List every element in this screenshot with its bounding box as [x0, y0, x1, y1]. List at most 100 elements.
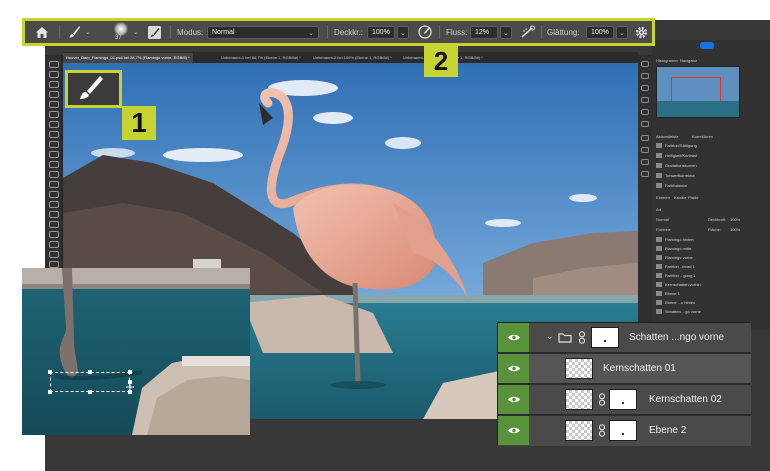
tab-paths[interactable]: Pfade: [688, 195, 698, 200]
brush-tool-icon[interactable]: [49, 141, 59, 148]
history-item[interactable]: Gradationskurven: [656, 161, 766, 170]
history-brush-tool-icon[interactable]: [49, 161, 59, 168]
transform-handle[interactable]: [48, 370, 52, 374]
eraser-tool-icon[interactable]: [49, 171, 59, 178]
mini-layer-row[interactable]: Flamingo mitte: [656, 244, 766, 253]
mode-value: Normal: [212, 28, 235, 36]
brush-tool-highlight[interactable]: [65, 70, 122, 108]
tab-layers[interactable]: Ebenen: [656, 195, 670, 200]
mini-layer-row[interactable]: Ebene 1: [656, 289, 766, 298]
transform-handle[interactable]: [88, 390, 92, 394]
shape-tool-icon[interactable]: [49, 241, 59, 248]
frame-tool-icon[interactable]: [49, 111, 59, 118]
move-tool-icon[interactable]: [49, 61, 59, 68]
tool-preset-picker[interactable]: ⌄: [67, 21, 91, 43]
airbrush-toggle[interactable]: [520, 21, 536, 43]
layer-mask-thumbnail[interactable]: [609, 389, 637, 410]
chevron-down-icon[interactable]: ⌄: [546, 331, 554, 342]
mini-layer-row[interactable]: Flamingo hinten: [656, 235, 766, 244]
group-mask-thumbnail[interactable]: [591, 327, 619, 348]
mini-layer-row[interactable]: Farbton...rbrad 1: [656, 262, 766, 271]
visibility-toggle[interactable]: [498, 416, 529, 445]
smoothing-dropdown[interactable]: ⌄: [616, 25, 628, 39]
gradient-tool-icon[interactable]: [49, 181, 59, 188]
paragraph-icon[interactable]: [641, 121, 649, 127]
transform-handle[interactable]: [128, 370, 132, 374]
fill-value[interactable]: 100%: [730, 227, 740, 232]
flow-input[interactable]: 12%: [470, 25, 498, 39]
swatches-icon[interactable]: [641, 135, 649, 141]
channels-icon[interactable]: [641, 171, 649, 177]
adjust-icon[interactable]: [641, 109, 649, 115]
info-icon[interactable]: [641, 85, 649, 91]
smoothing-input[interactable]: 100%: [586, 25, 614, 39]
quick-select-tool-icon[interactable]: [49, 91, 59, 98]
brush-settings-toggle[interactable]: [147, 21, 162, 43]
tab-histogram[interactable]: Histogramm: [656, 58, 678, 63]
type-tool-icon[interactable]: [49, 221, 59, 228]
eyedropper-tool-icon[interactable]: [49, 121, 59, 128]
navigator-preview[interactable]: [656, 66, 740, 118]
visibility-toggle[interactable]: [498, 354, 529, 383]
brush-preset-picker[interactable]: 37 ⌄: [111, 21, 139, 43]
layer-thumbnail[interactable]: [565, 420, 593, 441]
tab-document-1[interactable]: Hoover_Dam_Flamingo_01.psd bei 28,7% (Fl…: [63, 53, 193, 63]
home-button[interactable]: [35, 21, 49, 43]
history-item[interactable]: Farbbalance: [656, 181, 766, 190]
transform-handle[interactable]: [48, 390, 52, 394]
tab-navigator[interactable]: Navigator: [680, 58, 697, 63]
home-icon: [36, 26, 48, 38]
hand-tool-icon[interactable]: [49, 251, 59, 258]
mode-select[interactable]: Normal ⌄: [207, 25, 319, 39]
healing-tool-icon[interactable]: [49, 131, 59, 138]
zoom-tool-icon[interactable]: [49, 261, 59, 268]
marquee-tool-icon[interactable]: [49, 71, 59, 78]
transform-handle[interactable]: [88, 370, 92, 374]
layer-opacity-value[interactable]: 100%: [730, 217, 740, 222]
layer-row[interactable]: Ebene 2: [498, 416, 751, 446]
layer-filter-kind[interactable]: Art: [656, 207, 661, 212]
layer-blend-mode[interactable]: Normal: [656, 217, 669, 222]
properties-icon[interactable]: [641, 159, 649, 165]
layers-comp-icon[interactable]: [641, 73, 649, 79]
styles-icon[interactable]: [641, 147, 649, 153]
tab-document-2[interactable]: Unbenannt-1 bei 66,7% (Ebene 1, RGB/8#) …: [221, 53, 301, 63]
opacity-input[interactable]: 100%: [367, 25, 395, 39]
dodge-tool-icon[interactable]: [49, 201, 59, 208]
lasso-tool-icon[interactable]: [49, 81, 59, 88]
layer-row[interactable]: Kernschatten 02: [498, 385, 751, 415]
mini-layer-row[interactable]: Flamingo vorne: [656, 253, 766, 262]
layer-thumbnail[interactable]: [565, 389, 593, 410]
mini-layer-row[interactable]: Kernschatten vorhin: [656, 280, 766, 289]
blur-tool-icon[interactable]: [49, 191, 59, 198]
tab-document-3[interactable]: Unbenannt-2 bei 100% (Ebene 1, RGB/8#) *: [313, 53, 392, 63]
layer-thumbnail[interactable]: [565, 358, 593, 379]
history-item[interactable]: Helligkeit/Kontrast: [656, 151, 766, 160]
pressure-opacity-toggle[interactable]: [418, 21, 432, 43]
transform-bounding-box[interactable]: [50, 372, 130, 392]
opacity-dropdown[interactable]: ⌄: [397, 25, 409, 39]
tab-actions[interactable]: Aktionsleiste: [656, 134, 678, 139]
tab-adjustments[interactable]: Korrekturen: [692, 134, 713, 139]
brush-settings-icon[interactable]: [641, 97, 649, 103]
pen-tool-icon[interactable]: [49, 211, 59, 218]
tab-channels[interactable]: Kanäle: [674, 195, 686, 200]
play-icon[interactable]: [641, 61, 649, 67]
mini-layer-row[interactable]: Ebene ...o hinten: [656, 298, 766, 307]
smoothing-options-button[interactable]: [635, 21, 648, 43]
layer-group-row[interactable]: ⌄ Schatten ...ngo vorne: [498, 323, 751, 353]
layer-mask-thumbnail[interactable]: [609, 420, 637, 441]
crop-tool-icon[interactable]: [49, 101, 59, 108]
mini-layer-row[interactable]: Farbton ...gung 1: [656, 271, 766, 280]
layer-row[interactable]: Kernschatten 01: [498, 354, 751, 384]
flow-dropdown[interactable]: ⌄: [500, 25, 512, 39]
history-item[interactable]: Tonwertkorrektur: [656, 171, 766, 180]
mini-layer-row[interactable]: Schatten ...go vorne: [656, 307, 766, 316]
stamp-tool-icon[interactable]: [49, 151, 59, 158]
visibility-toggle[interactable]: [498, 323, 529, 352]
panel-icons-strip: [638, 55, 652, 355]
history-item[interactable]: Farbton/Sättigung: [656, 141, 766, 150]
visibility-toggle[interactable]: [498, 385, 529, 414]
share-button[interactable]: [700, 42, 714, 49]
path-select-tool-icon[interactable]: [49, 231, 59, 238]
